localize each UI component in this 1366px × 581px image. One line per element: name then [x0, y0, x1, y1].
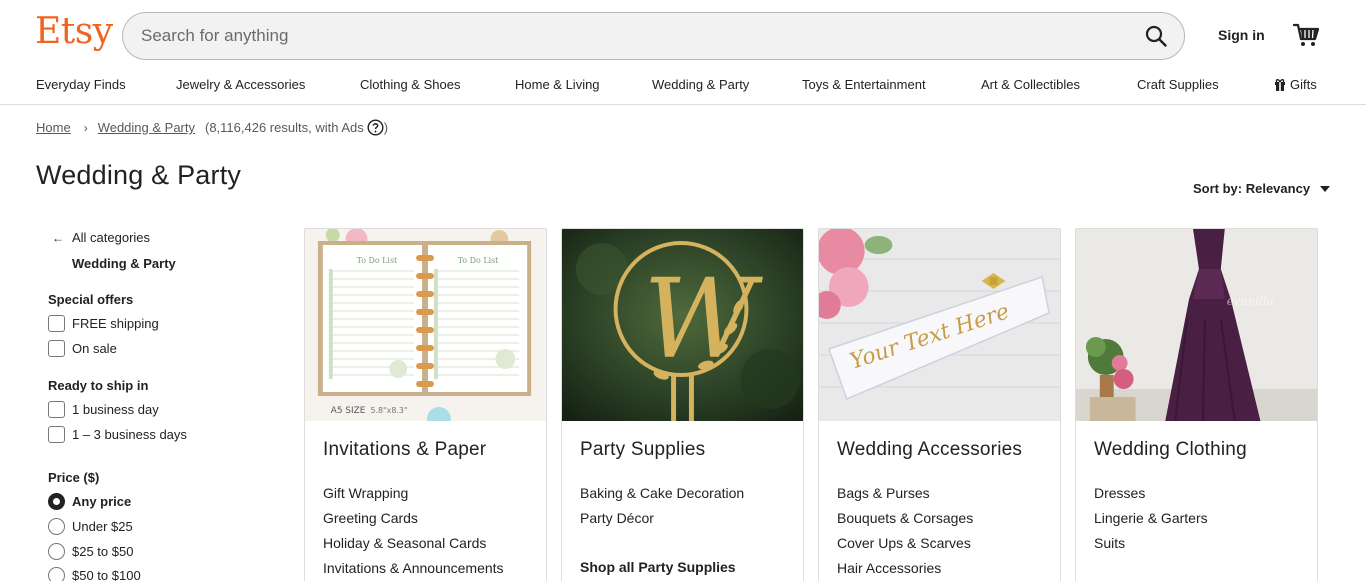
all-categories-link[interactable]: ← All categories — [52, 230, 150, 245]
cart-button[interactable] — [1292, 22, 1320, 48]
filter-label: Under $25 — [72, 519, 133, 534]
shop-all-party-supplies-link[interactable]: Shop all Party Supplies — [580, 559, 736, 575]
checkbox[interactable] — [48, 401, 65, 418]
gift-icon — [1275, 79, 1285, 91]
subcategory-link[interactable]: Greeting Cards — [323, 510, 504, 535]
special-offers-heading: Special offers — [48, 292, 134, 307]
price-heading: Price ($) — [48, 470, 100, 485]
filter-label: Any price — [72, 494, 132, 509]
subcategory-link[interactable]: Lingerie & Garters — [1094, 510, 1208, 535]
subcategory-link[interactable]: Gift Wrapping — [323, 485, 504, 510]
subcategory-link[interactable]: Party Décor — [580, 510, 744, 535]
category-card-invitations-paper[interactable]: To Do List To Do List A5 SIZE 5.8"x8.3" … — [304, 228, 547, 581]
nav-art-collectibles[interactable]: Art & Collectibles — [981, 77, 1080, 92]
planner-title-left: To Do List — [357, 256, 398, 265]
sort-label: Sort by: Relevancy — [1193, 181, 1311, 196]
filter-on-sale[interactable]: On sale — [48, 340, 117, 357]
result-count: (8,116,426 results, with Ads — [205, 120, 364, 135]
filter-label: On sale — [72, 341, 117, 356]
subcategory-link[interactable]: Dresses — [1094, 485, 1208, 510]
page-title: Wedding & Party — [36, 160, 242, 190]
card-image-sash: Your Text Here — [819, 229, 1060, 421]
ready-to-ship-heading: Ready to ship in — [48, 378, 149, 393]
card-links: Bags & Purses Bouquets & Corsages Cover … — [837, 485, 973, 581]
radio[interactable] — [48, 567, 65, 581]
etsy-logo[interactable]: Etsy — [35, 14, 113, 50]
subcategory-link[interactable]: Bouquets & Corsages — [837, 510, 973, 535]
subcategory-link[interactable]: Hair Accessories — [837, 560, 973, 581]
planner-size-dims: 5.8"x8.3" — [370, 406, 407, 415]
checkbox[interactable] — [48, 315, 65, 332]
sign-in-link[interactable]: Sign in — [1218, 27, 1265, 43]
card-title: Invitations & Paper — [323, 439, 487, 460]
card-title: Wedding Accessories — [837, 439, 1023, 460]
subcategory-link[interactable]: Holiday & Seasonal Cards — [323, 535, 504, 560]
subcategory-link[interactable]: Baking & Cake Decoration — [580, 485, 744, 510]
filter-label: FREE shipping — [72, 316, 159, 331]
card-title: Wedding Clothing — [1094, 439, 1247, 460]
nav-gifts[interactable]: Gifts — [1274, 77, 1317, 92]
card-links: Dresses Lingerie & Garters Suits — [1094, 485, 1208, 560]
search-icon — [1145, 25, 1167, 47]
card-title: Party Supplies — [580, 439, 706, 460]
planner-title-right: To Do List — [458, 256, 499, 265]
nav-everyday-finds[interactable]: Everyday Finds — [36, 77, 126, 92]
category-card-party-supplies[interactable]: W Party Supplies Baking & Cake Decoratio… — [561, 228, 804, 581]
card-image-dress: evanilla — [1076, 229, 1317, 421]
card-image-cake-topper: W — [562, 229, 803, 421]
subcategory-link[interactable]: Cover Ups & Scarves — [837, 535, 973, 560]
current-category: Wedding & Party — [72, 256, 176, 271]
filter-ship-1-3-days[interactable]: 1 – 3 business days — [48, 426, 187, 443]
arrow-left-icon: ← — [52, 230, 64, 245]
nav-clothing-shoes[interactable]: Clothing & Shoes — [360, 77, 460, 92]
radio-selected[interactable] — [48, 493, 65, 510]
radio[interactable] — [48, 518, 65, 535]
search-button[interactable] — [1138, 19, 1174, 53]
sort-dropdown[interactable]: Sort by: Relevancy — [1193, 181, 1331, 196]
help-icon[interactable] — [367, 119, 384, 136]
nav-jewelry-accessories[interactable]: Jewelry & Accessories — [176, 77, 305, 92]
topper-letter: W — [643, 255, 763, 384]
card-links: Baking & Cake Decoration Party Décor — [580, 485, 744, 535]
price-under-25[interactable]: Under $25 — [48, 518, 133, 535]
nav-craft-supplies[interactable]: Craft Supplies — [1137, 77, 1219, 92]
breadcrumb-home[interactable]: Home — [36, 120, 71, 135]
category-card-wedding-clothing[interactable]: evanilla Wedding Clothing Dresses Linger… — [1075, 228, 1318, 581]
subcategory-link[interactable]: Invitations & Announcements — [323, 560, 504, 581]
breadcrumb-current[interactable]: Wedding & Party — [98, 120, 195, 135]
search-bar[interactable] — [122, 12, 1185, 60]
price-25-50[interactable]: $25 to $50 — [48, 543, 133, 560]
card-image-planner: To Do List To Do List A5 SIZE 5.8"x8.3" — [305, 229, 546, 421]
planner-size-label: A5 SIZE — [331, 406, 366, 416]
filter-label: 1 business day — [72, 402, 159, 417]
search-input[interactable] — [141, 13, 1121, 58]
breadcrumb: Home › Wedding & Party (8,116,426 result… — [36, 119, 388, 136]
caret-down-icon — [1320, 185, 1331, 192]
category-card-wedding-accessories[interactable]: Your Text Here Wedding Accessories Bags … — [818, 228, 1061, 581]
nav-toys-entertainment[interactable]: Toys & Entertainment — [802, 77, 926, 92]
filter-label: $25 to $50 — [72, 544, 134, 559]
cart-icon — [1292, 23, 1320, 46]
subcategory-link[interactable]: Suits — [1094, 535, 1208, 560]
card-links: Gift Wrapping Greeting Cards Holiday & S… — [323, 485, 504, 581]
watermark: evanilla — [1227, 294, 1274, 308]
checkbox[interactable] — [48, 426, 65, 443]
result-count-close: ) — [383, 120, 389, 135]
subcategory-link[interactable]: Bags & Purses — [837, 485, 973, 510]
category-nav: Everyday Finds Jewelry & Accessories Clo… — [0, 70, 1366, 105]
filter-label: $50 to $100 — [72, 568, 141, 581]
price-any[interactable]: Any price — [48, 493, 131, 510]
filter-label: 1 – 3 business days — [72, 427, 187, 442]
filter-ship-1-day[interactable]: 1 business day — [48, 401, 159, 418]
filter-free-shipping[interactable]: FREE shipping — [48, 315, 159, 332]
price-50-100[interactable]: $50 to $100 — [48, 567, 141, 581]
nav-home-living[interactable]: Home & Living — [515, 77, 600, 92]
chevron-right-icon: › — [83, 120, 88, 135]
checkbox[interactable] — [48, 340, 65, 357]
nav-wedding-party[interactable]: Wedding & Party — [652, 77, 749, 92]
nav-gifts-label: Gifts — [1290, 77, 1317, 92]
all-categories-label: All categories — [72, 230, 151, 245]
radio[interactable] — [48, 543, 65, 560]
